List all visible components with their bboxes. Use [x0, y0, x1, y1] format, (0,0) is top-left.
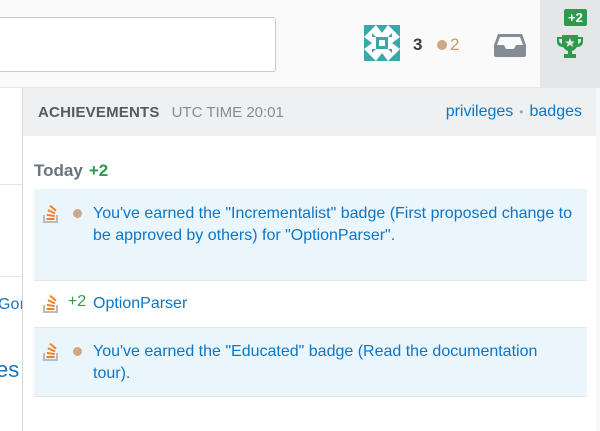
- bronze-badge-icon: [72, 347, 82, 356]
- achievements-dropdown: ACHIEVEMENTS UTC TIME 20:01 privileges •…: [22, 88, 596, 431]
- trophy-icon: [557, 35, 583, 58]
- utc-time: UTC TIME 20:01: [171, 103, 284, 121]
- link-separator: •: [519, 105, 524, 119]
- bronze-badge-marker: [61, 203, 93, 218]
- achievement-text[interactable]: You've earned the "Incrementalist" badge…: [93, 203, 587, 247]
- reputation-count[interactable]: 3: [413, 35, 422, 55]
- dropdown-title: ACHIEVEMENTS: [38, 103, 160, 121]
- achievement-text[interactable]: OptionParser: [93, 293, 587, 315]
- rep-change-marker: +2: [61, 293, 93, 311]
- header-links: privileges • badges: [446, 103, 582, 121]
- bronze-badge-icon: [72, 209, 82, 218]
- badges-link[interactable]: badges: [530, 103, 583, 121]
- bronze-badge-number: 2: [450, 35, 460, 54]
- day-label: Today: [34, 161, 83, 180]
- achievement-item[interactable]: You've earned the "Educated" badge (Read…: [34, 328, 587, 397]
- search-input[interactable]: [0, 17, 276, 72]
- day-delta: +2: [88, 161, 109, 180]
- bronze-badge-count[interactable]: 2: [437, 35, 459, 55]
- inbox-icon[interactable]: [493, 30, 527, 58]
- top-bar: 3 2 +2: [0, 0, 600, 88]
- background-link-fragment[interactable]: Goı: [0, 296, 24, 314]
- stackoverflow-icon: [43, 342, 58, 361]
- user-avatar[interactable]: [364, 25, 400, 61]
- day-heading: Today +2: [34, 161, 108, 181]
- bronze-badge-marker: [61, 341, 93, 356]
- privileges-link[interactable]: privileges: [446, 103, 514, 121]
- page-edge: [596, 88, 600, 431]
- achievement-item[interactable]: +2 OptionParser: [34, 281, 587, 328]
- background-heading-fragment[interactable]: es: [0, 357, 19, 383]
- rep-change: +2: [67, 293, 87, 310]
- divider: [0, 276, 22, 277]
- achievement-item[interactable]: You've earned the "Incrementalist" badge…: [34, 189, 587, 281]
- divider: [0, 184, 22, 185]
- bronze-badge-icon: [437, 40, 447, 50]
- stackoverflow-icon: [43, 294, 58, 313]
- achievement-text[interactable]: You've earned the "Educated" badge (Read…: [93, 341, 587, 385]
- stackoverflow-icon: [43, 204, 58, 223]
- achievements-delta-badge: +2: [564, 9, 587, 26]
- dropdown-header: ACHIEVEMENTS UTC TIME 20:01 privileges •…: [23, 88, 596, 136]
